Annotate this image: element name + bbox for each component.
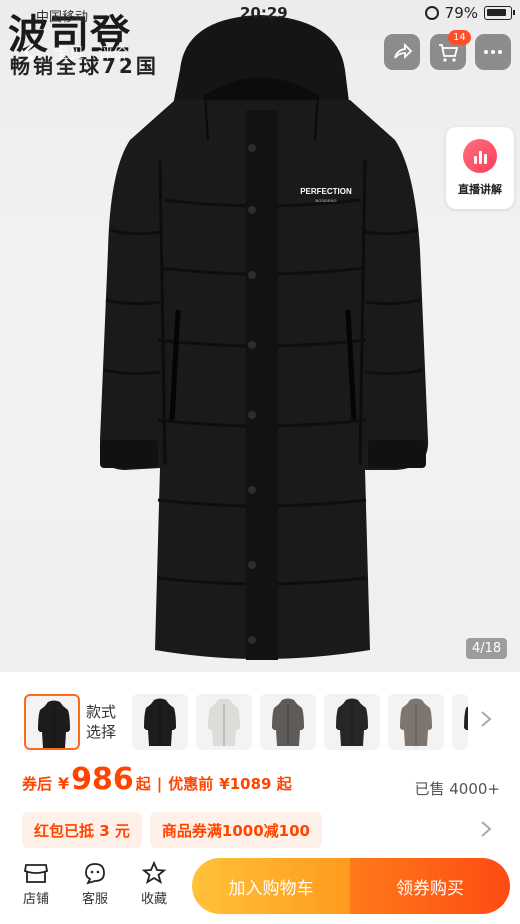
- variant-thumb[interactable]: [388, 694, 444, 750]
- coat-thumbnail-icon: [336, 698, 368, 746]
- shop-icon: [23, 864, 49, 883]
- price-currency: ¥: [58, 774, 70, 793]
- favorite-label: 收藏: [140, 892, 167, 907]
- battery-percent: 79%: [444, 4, 478, 22]
- original-price-label: 优惠前: [168, 775, 214, 793]
- coupon-redpacket[interactable]: 红包已抵 3 元: [22, 812, 142, 848]
- chat-face-icon: [85, 863, 105, 885]
- chevron-right-icon[interactable]: [480, 710, 492, 733]
- live-label: 直播讲解: [458, 183, 502, 196]
- variant-thumb[interactable]: [132, 694, 188, 750]
- service-label: 客服: [81, 892, 108, 907]
- after-coupon-label: 券后: [22, 775, 53, 793]
- variant-selector: 款式 选择: [0, 686, 520, 756]
- coupon-chevron-right-icon[interactable]: [480, 820, 492, 843]
- coat-thumbnail-icon: [464, 706, 468, 730]
- variant-label-line2: 选择: [86, 723, 117, 741]
- favorite-button[interactable]: 收藏: [132, 860, 176, 907]
- price-value: 986: [71, 762, 134, 797]
- share-button[interactable]: [384, 34, 420, 70]
- chevron-left-icon: [23, 43, 34, 61]
- battery-icon: [484, 6, 515, 20]
- product-image-gallery[interactable]: 波司登 畅销全球72国 中国移动 20:29 79% 宝贝 评价 14 直播讲解: [0, 0, 520, 672]
- star-icon: [141, 861, 167, 884]
- coat-thumbnail-icon: [144, 698, 176, 746]
- coat-thumbnail-icon: [208, 698, 240, 746]
- back-button[interactable]: [18, 40, 42, 64]
- orientation-lock-icon: [424, 6, 439, 20]
- coat-image: [100, 15, 429, 660]
- service-button[interactable]: 客服: [73, 860, 117, 907]
- original-price: ¥1089 起: [219, 775, 292, 793]
- bottom-action-bar: 店铺 客服 收藏 加入购物车 领券购买: [0, 852, 520, 924]
- shop-button[interactable]: 店铺: [14, 860, 58, 907]
- variant-label[interactable]: 款式 选择: [86, 702, 116, 742]
- coat-thumbnail-icon: [400, 698, 432, 746]
- tab-reviews[interactable]: 评价: [98, 42, 128, 63]
- variant-thumb[interactable]: [196, 694, 252, 750]
- live-icon: [463, 139, 497, 173]
- coupon-product[interactable]: 商品券满1000减100: [149, 812, 322, 848]
- buy-with-coupon-button[interactable]: 领券购买: [350, 858, 510, 914]
- price-suffix: 起: [135, 775, 151, 793]
- variant-thumb[interactable]: [260, 694, 316, 750]
- variant-thumb[interactable]: [24, 694, 80, 750]
- live-explain-button[interactable]: 直播讲解: [446, 127, 514, 209]
- sold-count: 已售 4000+: [414, 780, 500, 798]
- share-icon: [394, 42, 413, 60]
- status-carrier: 中国移动: [36, 10, 89, 25]
- more-icon: [484, 50, 502, 54]
- variant-thumb[interactable]: [452, 694, 468, 750]
- coat-thumbnail-icon: [272, 698, 304, 746]
- image-counter: 4/18: [466, 638, 508, 659]
- price-separator: |: [156, 775, 163, 793]
- status-indicators: 79%: [424, 4, 515, 22]
- more-button[interactable]: [475, 34, 511, 70]
- variant-label-line1: 款式: [86, 703, 117, 721]
- coupon-row: 红包已抵 3 元 商品券满1000减100: [22, 812, 322, 850]
- coat-thumbnail-icon: [38, 700, 70, 748]
- add-to-cart-button[interactable]: 加入购物车: [192, 858, 350, 914]
- shop-label: 店铺: [22, 892, 49, 907]
- cart-count-badge: 14: [448, 30, 471, 45]
- tab-product[interactable]: 宝贝: [54, 42, 84, 63]
- variant-thumb[interactable]: [324, 694, 380, 750]
- status-time: 20:29: [240, 4, 288, 22]
- nav-tabs: 宝贝 评价: [54, 42, 128, 63]
- cart-button[interactable]: 14: [430, 30, 471, 70]
